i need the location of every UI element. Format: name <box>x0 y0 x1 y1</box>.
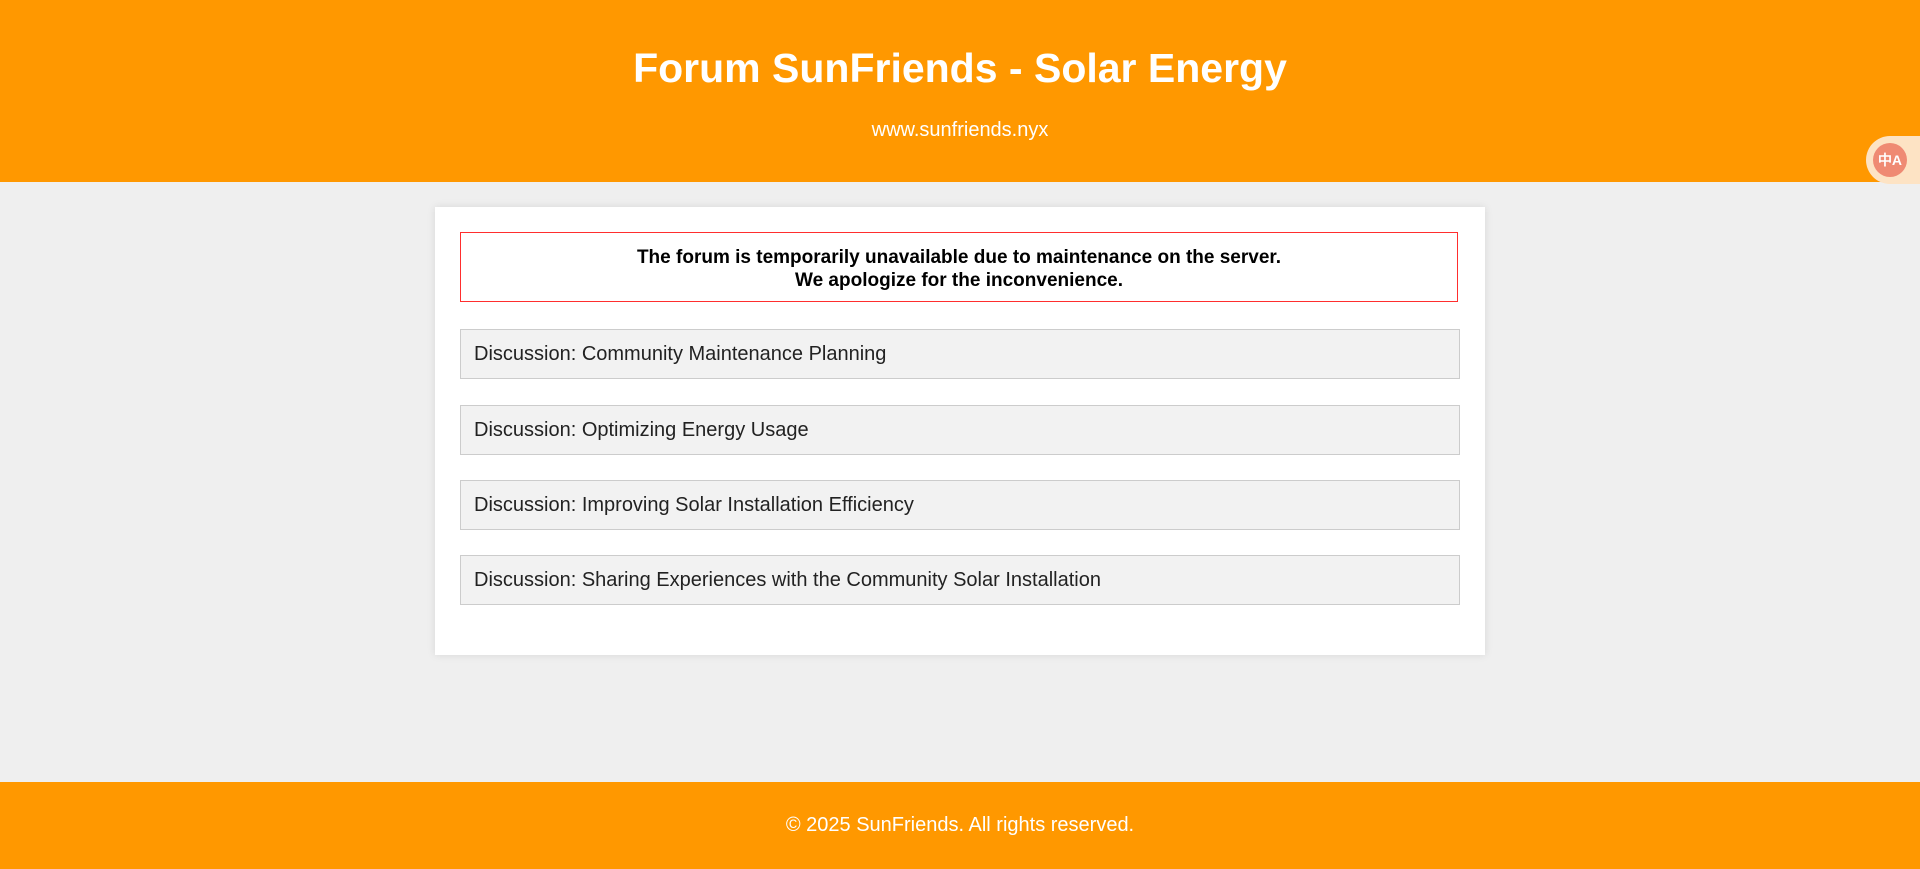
discussion-item[interactable]: Discussion: Improving Solar Installation… <box>460 480 1460 530</box>
forum-content-card: The forum is temporarily unavailable due… <box>435 207 1485 655</box>
page-title: Forum SunFriends - Solar Energy <box>633 45 1287 91</box>
notice-line-2: We apologize for the inconvenience. <box>795 270 1123 291</box>
footer-copyright: © 2025 SunFriends. All rights reserved. <box>785 814 1135 836</box>
discussion-item[interactable]: Discussion: Community Maintenance Planni… <box>460 329 1460 379</box>
translate-widget[interactable]: 中A <box>1866 136 1920 184</box>
discussion-item[interactable]: Discussion: Optimizing Energy Usage <box>460 405 1460 455</box>
site-header: Forum SunFriends - Solar Energy www.sunf… <box>0 0 1920 182</box>
site-footer: © 2025 SunFriends. All rights reserved. <box>0 782 1920 869</box>
maintenance-notice: The forum is temporarily unavailable due… <box>460 232 1458 302</box>
notice-line-1: The forum is temporarily unavailable due… <box>636 247 1282 268</box>
translate-icon[interactable]: 中A <box>1873 143 1907 177</box>
site-url: www.sunfriends.nyx <box>871 119 1049 141</box>
discussion-item[interactable]: Discussion: Sharing Experiences with the… <box>460 555 1460 605</box>
